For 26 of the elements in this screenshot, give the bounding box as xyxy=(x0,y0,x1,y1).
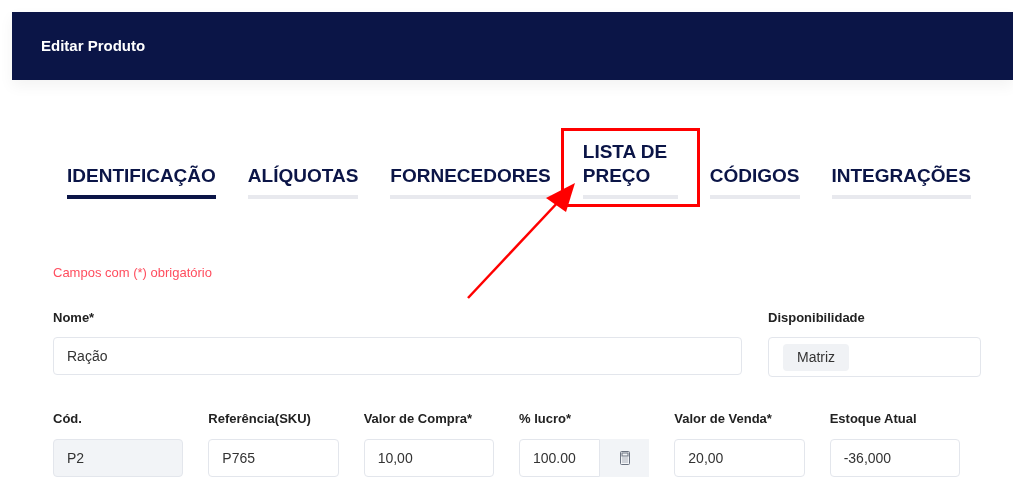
tag: Matriz xyxy=(783,343,850,371)
calculator-button[interactable] xyxy=(600,438,650,477)
tab[interactable]: LISTA DE PREÇO xyxy=(582,140,678,199)
tab[interactable]: INTEGRAÇÕES xyxy=(831,164,971,199)
field-label: Cód. xyxy=(53,410,83,428)
input-field[interactable]: P765 xyxy=(208,438,339,477)
input-field[interactable]: 10,00 xyxy=(363,438,494,477)
input-field[interactable]: 20,00 xyxy=(674,438,805,477)
field-label: Estoque Atual xyxy=(829,410,918,428)
field-label: Valor de Venda* xyxy=(674,410,773,428)
field-label: % lucro* xyxy=(519,410,572,428)
tab[interactable]: CÓDIGOS xyxy=(709,164,800,199)
tab[interactable]: FORNECEDORES xyxy=(390,164,551,199)
input-field[interactable]: -36,000 xyxy=(829,438,960,477)
field-label: Disponibilidade xyxy=(768,308,866,327)
page-title: Editar Produto xyxy=(41,35,146,56)
input-field[interactable]: 100.00 xyxy=(519,438,601,477)
field-label: Nome* xyxy=(53,308,96,327)
field-label: Valor de Compra* xyxy=(363,410,474,428)
input-field[interactable]: Ração xyxy=(53,337,742,375)
calculator-icon xyxy=(619,450,630,465)
field-label: Referência(SKU) xyxy=(208,410,312,428)
tab[interactable]: IDENTIFICAÇÃO xyxy=(67,164,216,199)
select-field[interactable]: Matriz xyxy=(768,337,981,377)
required-note: Campos com (*) obrigatório xyxy=(53,264,213,282)
tab[interactable]: ALÍQUOTAS xyxy=(247,164,359,199)
